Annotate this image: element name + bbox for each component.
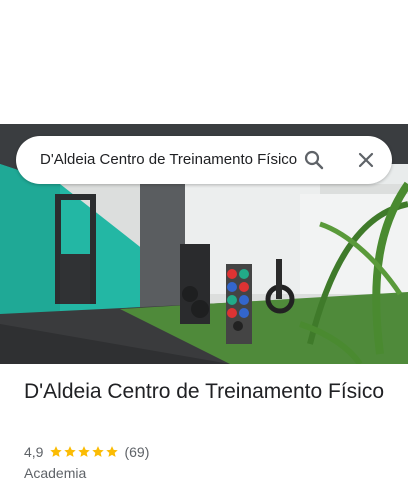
- search-icon[interactable]: [302, 148, 326, 172]
- close-icon[interactable]: [354, 148, 378, 172]
- star-icon: [106, 446, 119, 457]
- star-icon: [50, 446, 63, 457]
- review-count[interactable]: (69): [124, 444, 149, 460]
- star-icon: [64, 446, 77, 457]
- star-rating: [49, 445, 119, 459]
- rating-row[interactable]: 4,9 (69): [24, 443, 149, 461]
- star-icon: [92, 446, 105, 457]
- search-bar[interactable]: D'Aldeia Centro de Treinamento Físico: [16, 136, 392, 184]
- search-input[interactable]: D'Aldeia Centro de Treinamento Físico: [40, 136, 302, 184]
- rating-value: 4,9: [24, 444, 44, 460]
- place-category: Academia: [24, 465, 87, 481]
- place-title: D'Aldeia Centro de Treinamento Físico: [24, 380, 385, 403]
- star-icon: [78, 446, 91, 457]
